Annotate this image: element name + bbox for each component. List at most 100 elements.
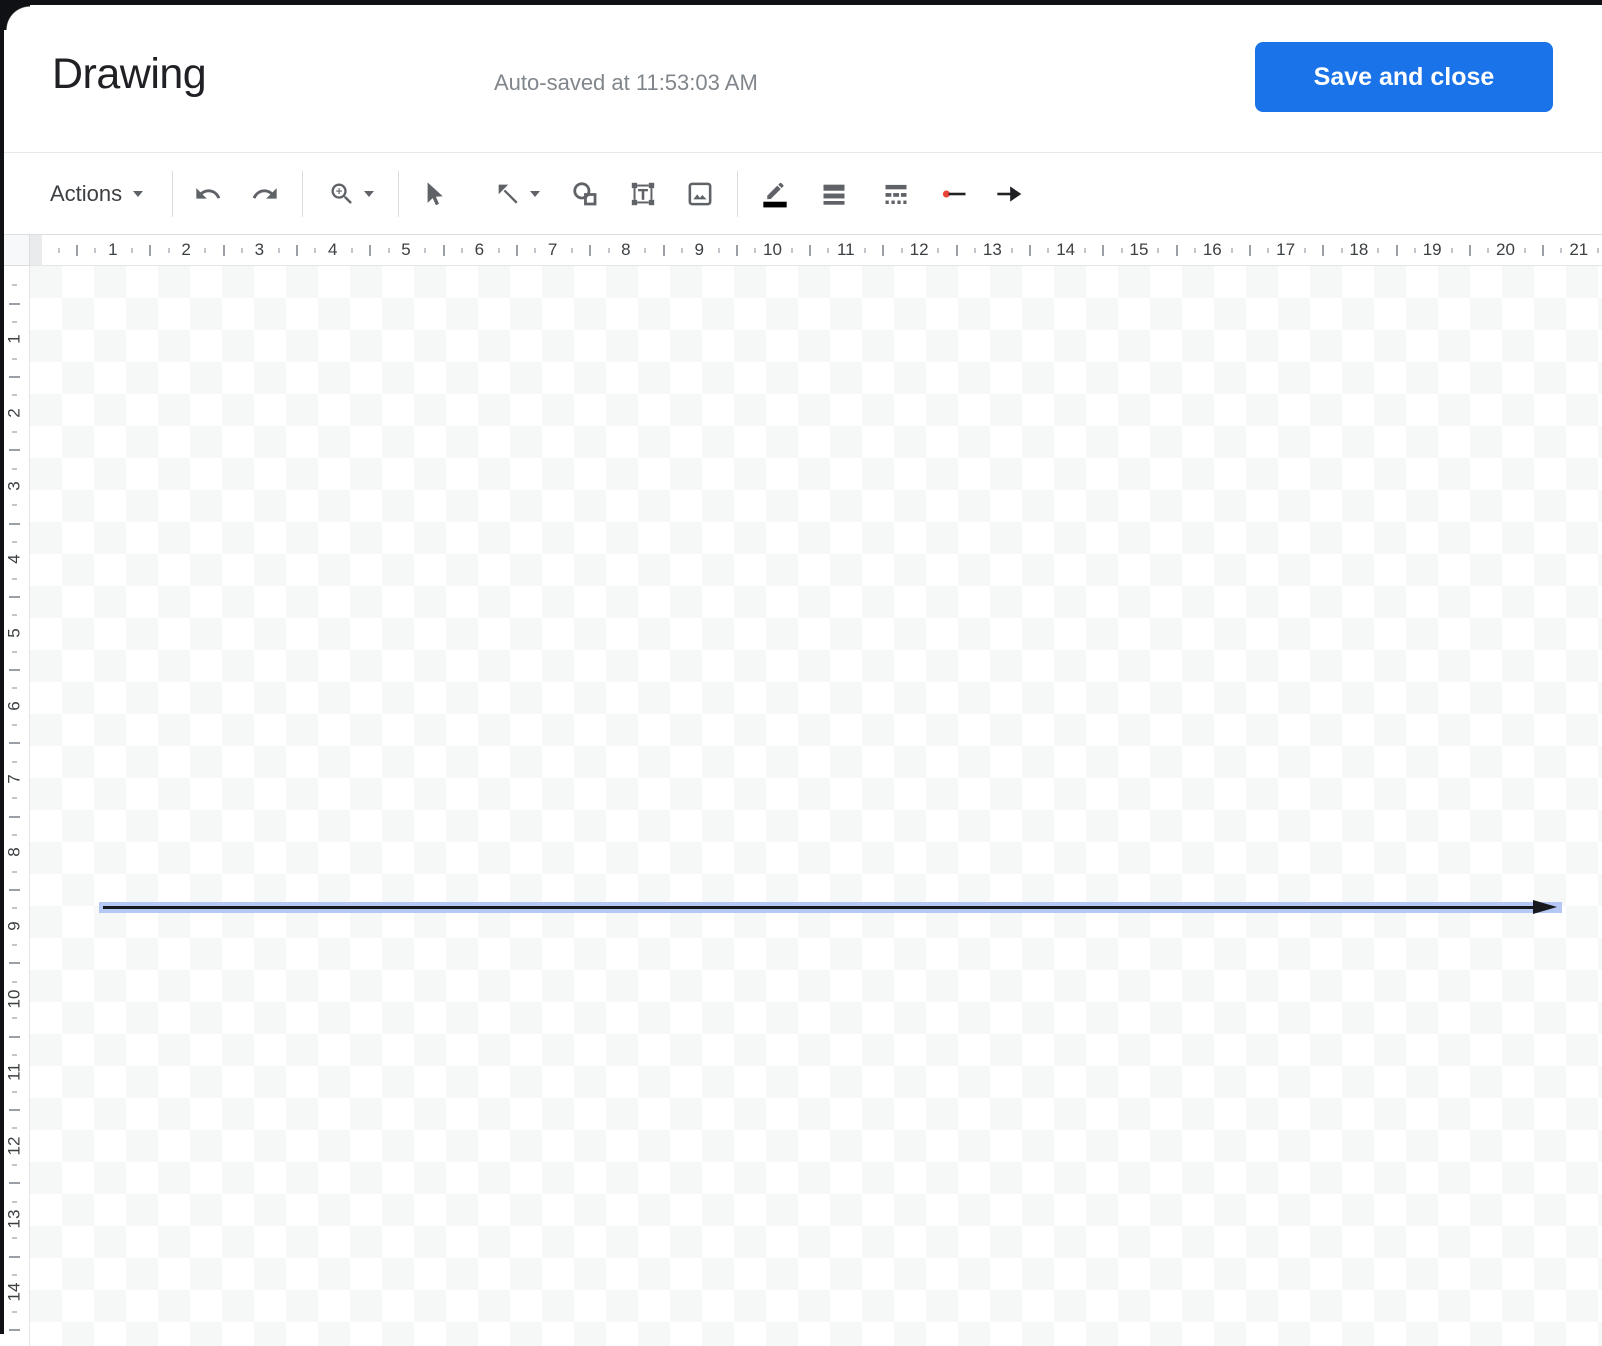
h-ruler-number: 7 — [547, 240, 558, 259]
text-box-button[interactable] — [619, 170, 667, 218]
ruler-tick — [1193, 248, 1196, 253]
h-ruler-number: 2 — [181, 240, 191, 259]
zoom-button[interactable] — [312, 170, 390, 218]
h-ruler-number: 14 — [1056, 240, 1076, 259]
redo-button[interactable] — [241, 170, 289, 218]
ruler-tick — [1102, 245, 1105, 256]
ruler-tick — [9, 1108, 20, 1111]
v-ruler-number: 9 — [4, 920, 24, 931]
ruler-tick — [12, 760, 17, 763]
line-end-button[interactable] — [985, 170, 1033, 218]
ruler-tick — [790, 248, 793, 253]
chevron-down-icon — [364, 191, 374, 197]
ruler-tick — [12, 394, 17, 397]
ruler-tick — [314, 248, 317, 253]
ruler-tick — [12, 650, 17, 653]
line-dash-button[interactable] — [872, 170, 920, 218]
ruler-tick — [277, 248, 280, 253]
ruler-tick — [12, 467, 17, 470]
v-ruler-number: 12 — [4, 1136, 24, 1156]
ruler-tick — [1542, 245, 1545, 256]
ruler-tick — [1047, 248, 1050, 253]
drawing-canvas[interactable] — [30, 266, 1602, 1346]
line-weight-button[interactable] — [810, 170, 858, 218]
ruler-tick — [12, 1090, 17, 1093]
h-ruler-number: 16 — [1202, 240, 1222, 259]
ruler-tick — [1322, 245, 1325, 256]
ruler-tick — [9, 595, 20, 598]
ruler-tick — [12, 1053, 17, 1056]
text-box-icon — [631, 182, 655, 206]
h-ruler-number: 8 — [621, 240, 631, 259]
h-ruler-number: 9 — [694, 240, 704, 259]
ruler-tick — [1523, 248, 1526, 253]
ruler-tick — [94, 248, 97, 253]
modal-scrim-left — [0, 0, 4, 1334]
h-ruler-number: 10 — [763, 240, 782, 259]
ruler-tick — [900, 248, 903, 253]
ruler-tick — [12, 687, 17, 690]
ruler-corner-box — [0, 235, 30, 266]
v-ruler-number: 7 — [4, 774, 24, 784]
ruler-tick — [131, 248, 134, 253]
line-tool-icon — [498, 184, 518, 204]
ruler-tick — [827, 248, 830, 253]
ruler-tick — [12, 284, 17, 287]
save-and-close-button[interactable]: Save and close — [1255, 42, 1553, 112]
undo-icon — [196, 188, 221, 199]
ruler-tick — [1120, 248, 1123, 253]
ruler-tick — [9, 1035, 20, 1038]
ruler-tick — [1468, 245, 1471, 256]
ruler-tick — [515, 245, 518, 256]
h-ruler-number: 20 — [1496, 240, 1515, 259]
ruler-tick — [442, 245, 445, 256]
shape-tool-button[interactable] — [561, 170, 609, 218]
ruler-tick — [644, 248, 647, 253]
select-tool-button[interactable] — [410, 170, 458, 218]
line-weight-icon — [823, 184, 845, 205]
ruler-tick — [1413, 248, 1416, 253]
ruler-tick — [864, 248, 867, 253]
ruler-tick — [1303, 248, 1306, 253]
toolbar-separator — [737, 171, 738, 217]
h-ruler-number: 4 — [327, 240, 338, 259]
zoom-in-icon — [331, 183, 352, 204]
ruler-tick — [57, 248, 60, 253]
insert-image-button[interactable] — [676, 170, 724, 218]
ruler-tick — [1597, 248, 1600, 253]
ruler-tick — [497, 248, 500, 253]
ruler-tick — [12, 907, 17, 910]
ruler-tick — [1175, 245, 1178, 256]
redo-icon — [252, 188, 277, 199]
h-ruler-number: 18 — [1349, 240, 1369, 259]
line-color-button[interactable] — [751, 170, 799, 218]
ruler-tick — [12, 577, 17, 580]
ruler-tick — [1084, 248, 1087, 253]
ruler-tick — [680, 248, 683, 253]
line-tool-button[interactable] — [478, 170, 556, 218]
ruler-tick — [1230, 248, 1233, 253]
ruler-tick — [955, 245, 958, 256]
ruler-tick — [204, 248, 207, 253]
arrow-connector-line[interactable] — [103, 906, 1535, 909]
ruler-tick — [974, 248, 977, 253]
ruler-tick — [1450, 248, 1453, 253]
vertical-ruler: 1 2 3 4 5 6 7 8 9 10 11 12 13 14 — [0, 266, 30, 1346]
cursor-select-icon — [427, 182, 443, 206]
ruler-tick — [9, 669, 20, 672]
ruler-tick — [1267, 248, 1270, 253]
ruler-tick — [76, 245, 79, 256]
ruler-tick — [12, 944, 17, 947]
ruler-tick — [1340, 248, 1343, 253]
undo-button[interactable] — [184, 170, 232, 218]
v-ruler-number: 1 — [4, 334, 24, 345]
ruler-tick — [12, 1310, 17, 1313]
ruler-tick — [12, 1237, 17, 1240]
ruler-tick — [460, 248, 463, 253]
arrowhead — [1533, 900, 1557, 914]
actions-menu-button[interactable]: Actions — [50, 170, 144, 218]
modal-scrim-top — [0, 0, 1602, 5]
ruler-tick — [12, 540, 17, 543]
line-start-button[interactable] — [931, 170, 979, 218]
ruler-tick — [12, 1273, 17, 1276]
